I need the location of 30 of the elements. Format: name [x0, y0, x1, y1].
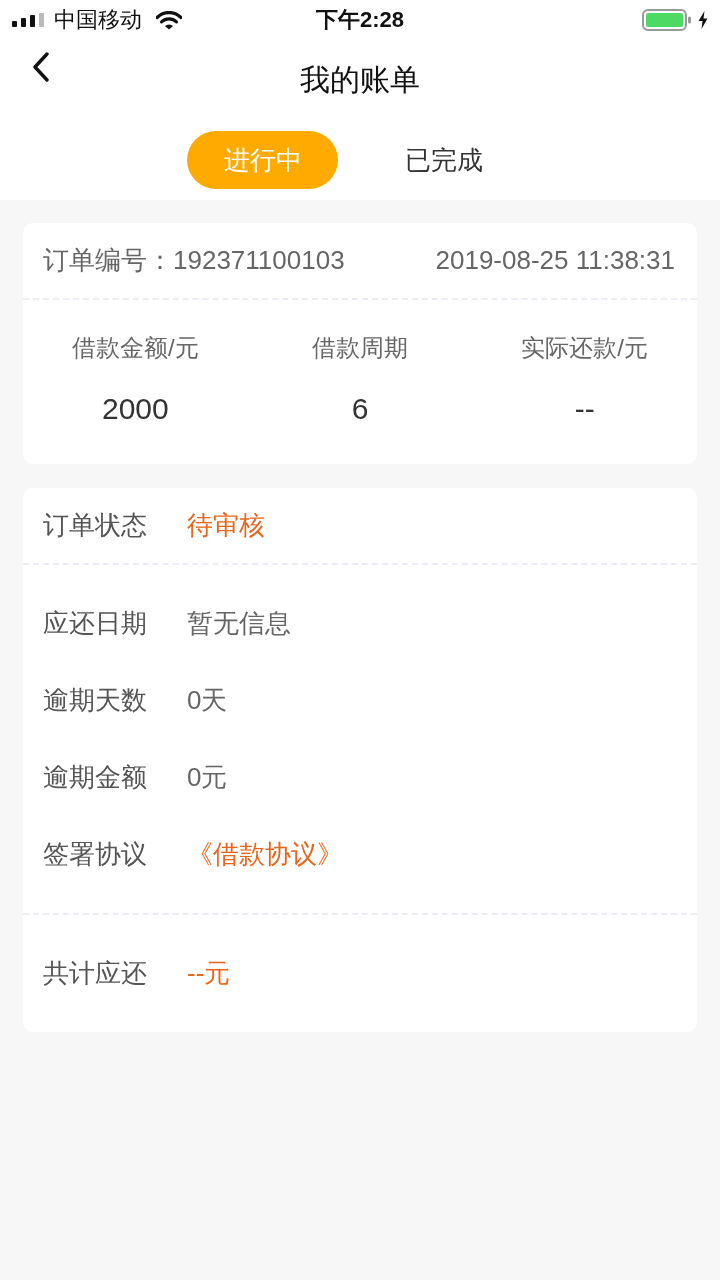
detail-label: 签署协议 [43, 838, 148, 871]
page-title: 我的账单 [300, 61, 420, 98]
detail-label: 逾期天数 [43, 684, 148, 717]
signal-icon [12, 13, 46, 27]
column-label: 借款周期 [312, 333, 408, 363]
battery-icon [642, 9, 692, 31]
detail-value: 待审核 [187, 509, 265, 542]
column-value: -- [574, 392, 595, 426]
wifi-icon [156, 10, 182, 30]
back-chevron-icon [32, 52, 50, 82]
column-label: 实际还款/元 [521, 333, 648, 363]
agreement-link[interactable]: 《借款协议》 [187, 837, 343, 872]
detail-label: 应还日期 [43, 607, 148, 640]
column-value: 2000 [101, 392, 169, 426]
detail-value: --元 [187, 957, 231, 990]
detail-value: 暂无信息 [187, 607, 291, 640]
detail-label: 逾期金额 [43, 761, 148, 794]
tab[interactable]: 进行中 [187, 131, 338, 189]
detail-value: 0元 [187, 761, 228, 794]
column-value: 6 [351, 392, 369, 426]
carrier-name: 中国移动 [54, 6, 142, 34]
column-label: 借款金额/元 [72, 333, 199, 363]
detail-label: 订单状态 [43, 509, 148, 542]
tab[interactable]: 已完成 [368, 131, 519, 189]
detail-label: 共计应还 [43, 957, 148, 990]
status-time: 下午2:28 [316, 6, 404, 34]
order-number: 订单编号：192371100103 [43, 244, 345, 277]
order-time: 2019-08-25 11:38:31 [435, 245, 675, 276]
charging-bolt-icon [698, 11, 708, 29]
detail-value: 0天 [187, 684, 228, 717]
